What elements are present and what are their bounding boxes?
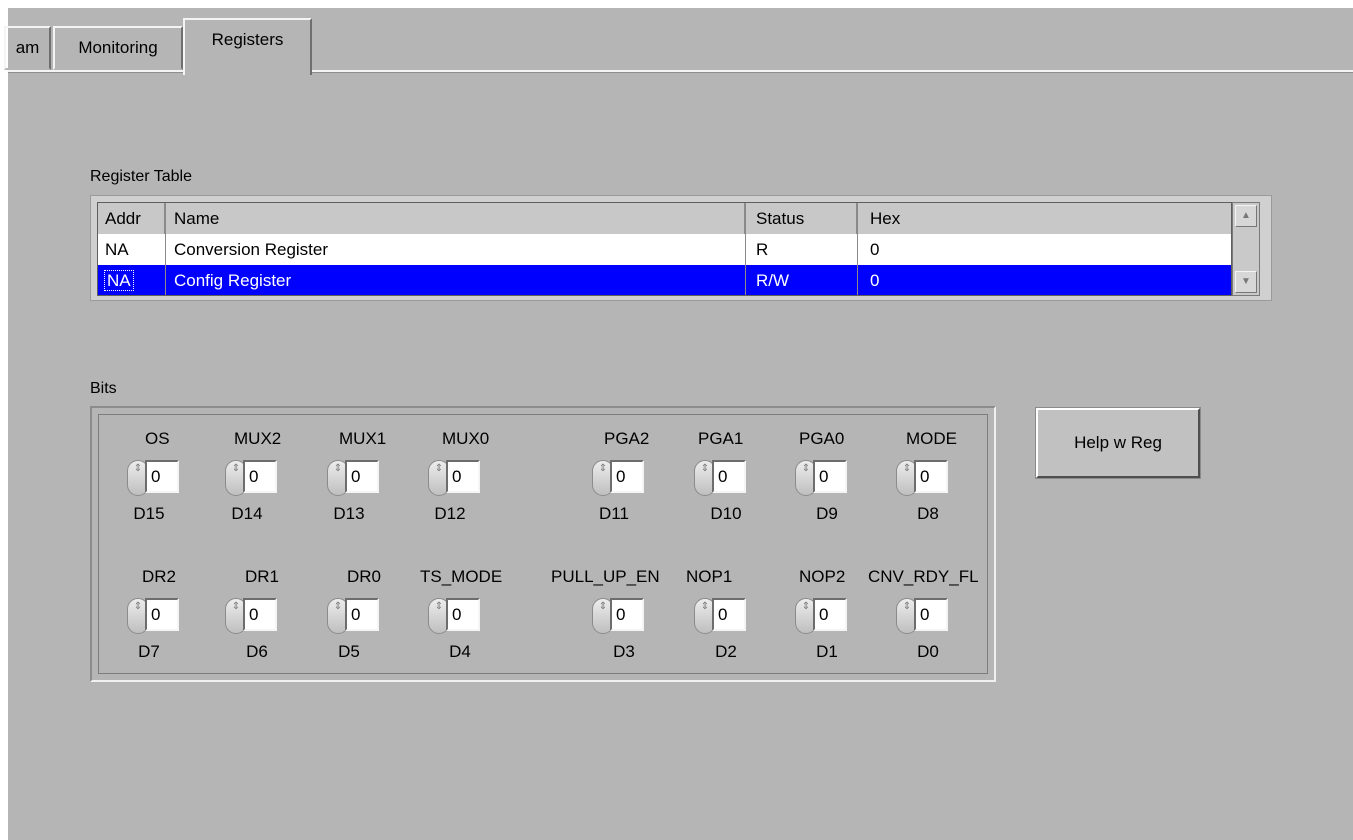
bit-value-input[interactable]: 0 xyxy=(813,598,847,631)
bit-label: D11 xyxy=(599,504,629,523)
cell-name: Config Register xyxy=(166,265,746,295)
bit-value-input[interactable]: 0 xyxy=(914,460,948,493)
column-header-hex[interactable]: Hex xyxy=(858,203,1231,234)
bit-control: MODE ⇕ 0 D8 xyxy=(878,429,998,529)
cell-status: R xyxy=(746,234,858,265)
bit-label: D10 xyxy=(710,504,742,523)
bit-label: D15 xyxy=(133,504,165,523)
bits-panel: OS ⇕ 0 D15 MUX2 ⇕ 0 D14 MUX1 ⇕ 0 D13 MUX… xyxy=(98,414,988,674)
bit-value-input[interactable]: 0 xyxy=(446,598,480,631)
bit-label: D8 xyxy=(917,504,939,523)
cell-status: R/W xyxy=(746,265,858,295)
bit-value-input[interactable]: 0 xyxy=(813,460,847,493)
column-header-name[interactable]: Name xyxy=(166,203,746,234)
bit-label: D3 xyxy=(613,642,635,661)
table-row[interactable]: NA Conversion Register R 0 xyxy=(98,234,1231,266)
bit-label: D4 xyxy=(449,642,471,661)
bit-control: CNV_RDY_FL ⇕ 0 D0 xyxy=(868,567,998,667)
bit-value-input[interactable]: 0 xyxy=(145,460,179,493)
bit-value-input[interactable]: 0 xyxy=(712,460,746,493)
bit-value-input[interactable]: 0 xyxy=(914,598,948,631)
bits-label: Bits xyxy=(90,380,117,397)
column-header-addr[interactable]: Addr xyxy=(98,203,166,234)
bit-value-input[interactable]: 0 xyxy=(610,460,644,493)
tab-strip: am Monitoring Registers xyxy=(4,8,1353,75)
table-header: Addr Name Status Hex xyxy=(98,203,1231,235)
cell-hex: 0 xyxy=(870,271,880,290)
bit-label: D12 xyxy=(434,504,466,523)
bit-label: D5 xyxy=(338,642,360,661)
bit-label: D9 xyxy=(816,504,838,523)
bit-value-input[interactable]: 0 xyxy=(243,460,277,493)
tab-monitoring[interactable]: Monitoring xyxy=(53,26,183,70)
bit-value-input[interactable]: 0 xyxy=(345,460,379,493)
registers-panel: am Monitoring Registers Register Table A… xyxy=(4,8,1353,840)
bit-label: D14 xyxy=(231,504,263,523)
bit-label: D1 xyxy=(816,642,838,661)
bit-value-input[interactable]: 0 xyxy=(345,598,379,631)
register-table[interactable]: Addr Name Status Hex NA Conversion Regis… xyxy=(97,202,1232,296)
cell-name: Conversion Register xyxy=(166,234,746,265)
column-header-status[interactable]: Status xyxy=(746,203,858,234)
scroll-down-icon[interactable]: ▼ xyxy=(1235,271,1257,293)
bit-name: CNV_RDY_FL xyxy=(868,567,979,586)
bit-value-input[interactable]: 0 xyxy=(712,598,746,631)
bit-label: D6 xyxy=(246,642,268,661)
bit-label: D0 xyxy=(917,642,939,661)
bit-control: MUX0 ⇕ 0 D12 xyxy=(410,429,530,529)
cell-addr: NA xyxy=(98,265,166,295)
bit-value-input[interactable]: 0 xyxy=(610,598,644,631)
cell-addr: NA xyxy=(98,234,166,265)
bit-name: PULL_UP_EN xyxy=(551,567,660,586)
cell-hex: 0 xyxy=(870,240,880,259)
scroll-up-icon[interactable]: ▲ xyxy=(1235,205,1257,227)
bit-name: MODE xyxy=(906,429,957,448)
bit-label: D13 xyxy=(333,504,365,523)
bits-group: OS ⇕ 0 D15 MUX2 ⇕ 0 D14 MUX1 ⇕ 0 D13 MUX… xyxy=(90,406,996,682)
bit-control: TS_MODE ⇕ 0 D4 xyxy=(410,567,530,667)
register-table-label: Register Table xyxy=(90,168,192,185)
bit-value-input[interactable]: 0 xyxy=(243,598,277,631)
bit-name: MUX0 xyxy=(442,429,490,448)
bit-name: TS_MODE xyxy=(420,567,503,586)
bit-value-input[interactable]: 0 xyxy=(145,598,179,631)
help-button[interactable]: Help w Reg xyxy=(1035,407,1201,479)
table-row-selected[interactable]: NA Config Register R/W 0 xyxy=(98,265,1231,295)
bit-value-input[interactable]: 0 xyxy=(446,460,480,493)
bit-label: D2 xyxy=(715,642,737,661)
bit-label: D7 xyxy=(138,642,160,661)
tab-registers[interactable]: Registers xyxy=(183,18,312,75)
register-table-frame: Addr Name Status Hex NA Conversion Regis… xyxy=(90,195,1272,301)
table-scrollbar[interactable]: ▲ ▼ xyxy=(1232,202,1260,296)
tab-program[interactable]: am xyxy=(4,26,51,70)
cell-addr-text: NA xyxy=(104,270,134,291)
